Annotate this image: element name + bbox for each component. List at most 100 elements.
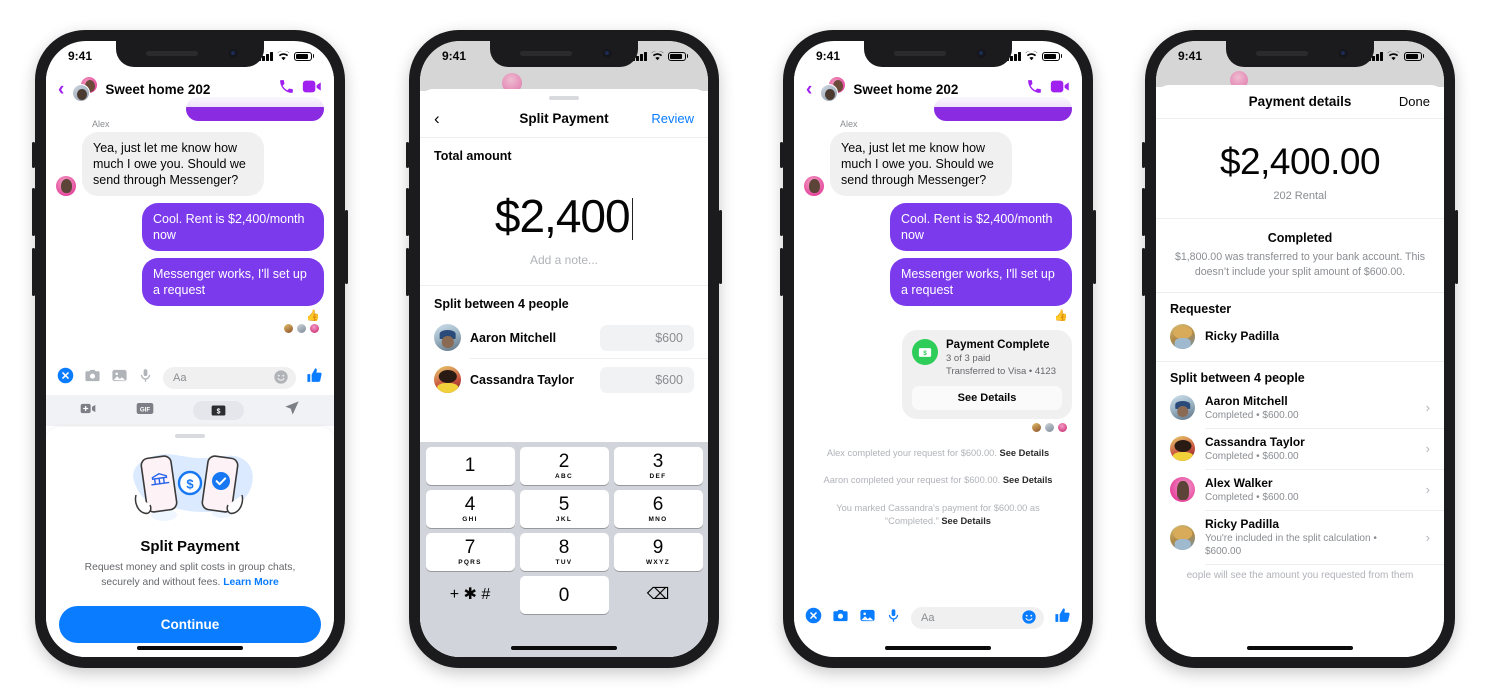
see-details-link[interactable]: See Details [941,516,991,526]
person-amount-input[interactable]: $600 [600,366,694,393]
outgoing-message-bubble-1[interactable]: Cool. Rent is $2,400/month now [890,203,1072,251]
key-2[interactable]: 2 ABC [519,447,609,485]
learn-more-link[interactable]: Learn More [223,577,279,588]
speaker-grille [894,51,946,56]
camera-icon[interactable] [84,367,101,389]
key-4[interactable]: 4 GHI [425,490,515,528]
key-1[interactable]: 1 [425,447,515,485]
thumbs-up-icon[interactable] [1054,607,1071,629]
back-icon[interactable]: ‹ [58,80,64,99]
close-composer-icon[interactable] [805,607,822,629]
thumbs-up-icon[interactable] [306,367,323,389]
close-composer-icon[interactable] [57,367,74,389]
split-detail-row[interactable]: Ricky Padilla You're included in the spl… [1156,511,1444,564]
phone-4-screen: 9:41 Payment details Done $2,400.00 202 … [1156,41,1444,657]
incoming-message-bubble[interactable]: Yea, just let me know how much I owe you… [830,132,1012,196]
split-person-row[interactable]: Aaron Mitchell $600 [420,317,708,358]
message-reaction-thumbsup[interactable]: 👍 [804,309,1072,322]
person-info: Cassandra Taylor Completed • $600.00 [1205,435,1416,463]
power-button [719,210,722,284]
microphone-icon[interactable] [886,607,901,629]
battery-icon [1403,51,1424,61]
photo-gallery-icon[interactable] [111,367,128,389]
review-button[interactable]: Review [651,111,694,126]
phone-call-icon[interactable] [1026,78,1043,100]
chat-header: ‹ Sweet home 202 [794,71,1082,107]
note-placeholder[interactable]: Add a note... [420,253,708,267]
group-avatar[interactable] [820,76,847,102]
phone-call-icon[interactable] [278,78,295,100]
incoming-message-bubble[interactable]: Yea, just let me know how much I owe you… [82,132,264,196]
home-indicator[interactable] [511,646,617,650]
emoji-icon[interactable] [273,369,289,388]
key-9[interactable]: 9 WXYZ [613,533,703,571]
key-3[interactable]: 3 DEF [613,447,703,485]
key-letters: ABC [555,473,573,480]
message-input[interactable]: Aa [163,367,296,389]
see-details-link[interactable]: See Details [1000,448,1050,458]
front-camera-icon [1339,49,1348,58]
split-detail-row[interactable]: Aaron Mitchell Completed • $600.00 › [1156,388,1444,428]
outgoing-message-bubble-2[interactable]: Messenger works, I'll set up a request [142,258,324,306]
outgoing-message-bubble-1[interactable]: Cool. Rent is $2,400/month now [142,203,324,251]
mute-switch [1142,142,1145,168]
message-reaction-thumbsup[interactable]: 👍 [56,309,324,322]
key-symbols[interactable]: + ✱ # [426,576,515,614]
notch [490,41,638,67]
home-indicator[interactable] [137,646,243,650]
back-icon[interactable]: ‹ [806,80,812,99]
done-button[interactable]: Done [1399,94,1430,109]
video-clip-icon[interactable] [80,402,96,420]
key-5[interactable]: 5 JKL [519,490,609,528]
photo-gallery-icon[interactable] [859,607,876,629]
speaker-grille [520,51,572,56]
requester-row[interactable]: Ricky Padilla [1156,318,1444,355]
see-details-button[interactable]: See Details [912,386,1062,410]
microphone-icon[interactable] [138,367,153,389]
key-letters: JKL [555,516,573,523]
status-time: 9:41 [68,49,93,63]
keypad-row: 4 GHI 5 JKL 6 MNO [423,490,705,528]
camera-icon[interactable] [832,607,849,629]
back-icon[interactable]: ‹ [434,110,440,127]
home-indicator[interactable] [1247,646,1353,650]
sheet-header: ‹ Split Payment Review [420,100,708,138]
group-avatar[interactable] [72,76,99,102]
mute-switch [32,142,35,168]
attachment-tab-row: GIF $ [46,395,334,426]
key-0[interactable]: 0 [519,576,609,614]
video-call-icon[interactable] [1050,78,1070,100]
system-message: Aaron completed your request for $600.00… [818,474,1058,487]
notch [1226,41,1374,67]
see-details-link[interactable]: See Details [1003,475,1053,485]
emoji-icon[interactable] [1021,609,1037,628]
split-detail-row[interactable]: Alex Walker Completed • $600.00 › [1156,470,1444,510]
key-6[interactable]: 6 MNO [613,490,703,528]
payment-tab-button[interactable]: $ [193,401,245,420]
video-call-icon[interactable] [302,78,322,100]
sheet-grabber[interactable] [175,434,205,438]
person-name: Cassandra Taylor [1205,434,1305,449]
split-between-label: Split between 4 people [434,297,569,311]
home-indicator[interactable] [885,646,991,650]
continue-button[interactable]: Continue [59,606,321,644]
message-input[interactable]: Aa [911,607,1044,629]
chevron-right-icon: › [1425,482,1430,498]
split-detail-row[interactable]: Cassandra Taylor Completed • $600.00 › [1156,429,1444,469]
svg-text:$: $ [923,349,927,356]
svg-text:$: $ [186,477,194,492]
key-backspace[interactable]: ⌫ [614,576,703,614]
key-7[interactable]: 7 PQRS [425,533,515,571]
location-send-icon[interactable] [284,400,300,421]
split-person-row[interactable]: Cassandra Taylor $600 [420,359,708,400]
key-8[interactable]: 8 TUV [519,533,609,571]
amount-display[interactable]: $2,400 [420,169,708,243]
person-amount-input[interactable]: $600 [600,324,694,351]
phone-3-frame: 9:41 ‹ Sweet home 202 Alex Yea, just let… [780,30,1096,668]
payment-complete-card[interactable]: $ Payment Complete 3 of 3 paid Transferr… [902,330,1072,419]
notch [864,41,1012,67]
payment-card-line2: Transferred to Visa • 4123 [946,366,1056,377]
outgoing-message-bubble-2[interactable]: Messenger works, I'll set up a request [890,258,1072,306]
gif-icon[interactable]: GIF [136,402,154,420]
person-name: Cassandra Taylor [470,372,574,387]
